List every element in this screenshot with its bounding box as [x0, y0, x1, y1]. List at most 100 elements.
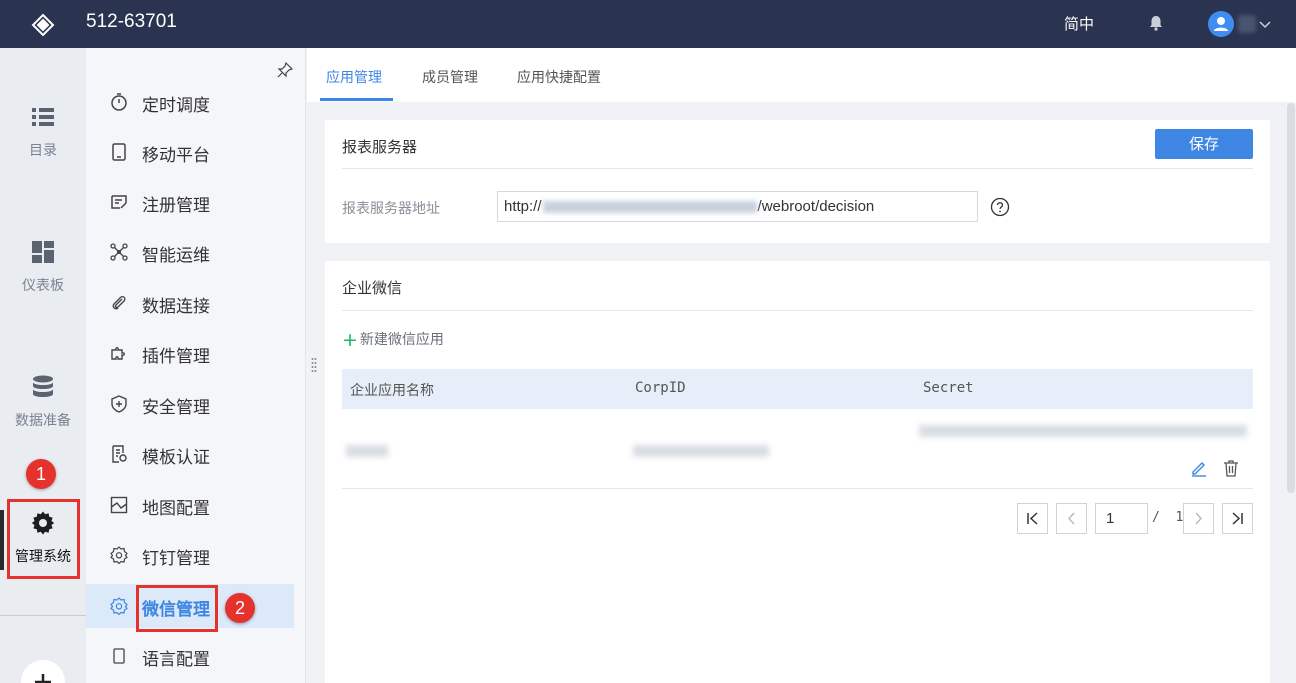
column-header-secret: Secret — [923, 380, 974, 396]
wechat-work-title: 企业微信 — [342, 279, 403, 297]
menu-item-ops[interactable]: 智能运维 — [86, 230, 294, 274]
table-header: 企业应用名称 CorpID Secret — [342, 369, 1253, 409]
page-total: / 1 — [1152, 510, 1183, 525]
prev-page-button[interactable] — [1056, 503, 1087, 534]
menu-label: 数据连接 — [142, 297, 210, 317]
tab-app-management[interactable]: 应用管理 — [326, 67, 382, 87]
menu-item-template-cert[interactable]: 模板认证 — [86, 432, 294, 476]
menu-label: 智能运维 — [142, 246, 210, 266]
pin-icon[interactable] — [277, 62, 293, 78]
column-header-app-name: 企业应用名称 — [350, 383, 434, 399]
report-server-panel: 报表服务器 保存 报表服务器地址 http:// /webroot/decisio… — [325, 120, 1270, 243]
tab-bar: 应用管理 成员管理 应用快捷配置 — [307, 48, 1296, 102]
next-page-button[interactable] — [1183, 503, 1214, 534]
menu-item-scheduling[interactable]: 定时调度 — [86, 80, 294, 124]
new-wechat-app-button[interactable]: + 新建微信应用 — [342, 329, 444, 351]
menu-item-data-connection[interactable]: 数据连接 — [86, 281, 294, 325]
rail-label-dashboard: 仪表板 — [22, 278, 64, 294]
page-separator: / — [1152, 510, 1160, 525]
divider — [342, 310, 1253, 311]
menu-item-plugins[interactable]: 插件管理 — [86, 331, 294, 375]
step-badge-1: 1 — [26, 459, 56, 489]
menu-item-map[interactable]: 地图配置 — [86, 483, 294, 527]
menu-item-register[interactable]: 注册管理 — [86, 180, 294, 224]
menu-item-dingtalk[interactable]: 钉钉管理 — [86, 533, 294, 577]
url-suffix: /webroot/decision — [757, 198, 875, 215]
content-scrollbar[interactable] — [1287, 103, 1295, 493]
server-address-input[interactable]: http:// /webroot/decision — [497, 191, 978, 222]
menu-label: 注册管理 — [142, 196, 210, 216]
menu-label: 定时调度 — [142, 96, 210, 116]
dashboard-icon — [32, 241, 54, 263]
report-server-title: 报表服务器 — [342, 138, 418, 156]
menu-label: 地图配置 — [142, 499, 210, 519]
save-button[interactable]: 保存 — [1155, 129, 1253, 159]
last-page-button[interactable] — [1222, 503, 1253, 534]
plus-icon: + — [342, 329, 358, 351]
divider — [342, 168, 1253, 169]
edit-icon[interactable] — [1190, 459, 1208, 477]
app-title: 512-63701 — [86, 11, 177, 32]
timer-icon — [111, 93, 127, 111]
highlight-box-1 — [7, 499, 80, 579]
rail-label-data-prep: 数据准备 — [15, 413, 71, 429]
language-switch[interactable]: 简中 — [1064, 13, 1094, 34]
username-blurred — [1238, 15, 1256, 33]
gear-outline-icon — [110, 546, 128, 564]
database-icon — [33, 375, 53, 397]
language-icon — [113, 648, 125, 664]
menu-item-security[interactable]: 安全管理 — [86, 382, 294, 426]
new-wechat-app-label: 新建微信应用 — [359, 332, 444, 348]
menu-label: 模板认证 — [142, 448, 210, 468]
trash-icon[interactable] — [1222, 459, 1240, 477]
rail-item-catalog[interactable]: 目录 — [0, 104, 86, 160]
menu-label: 语言配置 — [142, 650, 210, 670]
top-bar: 512-63701 简中 — [0, 0, 1296, 48]
menu-item-language[interactable]: 语言配置 — [86, 634, 294, 678]
url-prefix: http:// — [504, 198, 542, 215]
tab-member-management[interactable]: 成员管理 — [422, 67, 478, 87]
menu-label: 安全管理 — [142, 398, 210, 418]
mobile-icon — [112, 143, 126, 161]
secret-blurred — [919, 425, 1247, 437]
app-logo-icon[interactable] — [30, 12, 56, 38]
help-icon[interactable] — [990, 197, 1010, 217]
template-icon — [112, 445, 127, 463]
first-page-button[interactable] — [1017, 503, 1048, 534]
tab-app-shortcut-config[interactable]: 应用快捷配置 — [517, 67, 601, 87]
gear-outline-icon — [110, 597, 128, 615]
rail-divider — [0, 615, 86, 616]
rail-add-button[interactable] — [21, 660, 65, 683]
column-header-corpid: CorpID — [635, 380, 686, 396]
chevron-down-icon[interactable] — [1258, 17, 1272, 31]
last-page-icon — [1232, 512, 1243, 525]
url-host-blurred — [542, 201, 757, 214]
menu-label: 插件管理 — [142, 347, 210, 367]
highlight-box-2 — [136, 585, 218, 632]
resize-handle[interactable] — [311, 357, 317, 375]
app-name-blurred — [346, 445, 388, 457]
paperclip-icon — [112, 295, 126, 310]
chevron-right-icon — [1195, 512, 1203, 525]
corpid-blurred — [633, 445, 769, 457]
menu-label: 钉钉管理 — [142, 549, 210, 569]
wechat-work-panel: 企业微信 + 新建微信应用 企业应用名称 CorpID Secret 1 / 1 — [325, 261, 1270, 683]
menu-label: 移动平台 — [142, 146, 210, 166]
step-badge-2: 2 — [225, 593, 255, 623]
register-icon — [111, 195, 127, 209]
rail-item-data-prep[interactable]: 数据准备 — [0, 374, 86, 430]
left-rail: 目录 仪表板 数据准备 管理系统 — [0, 48, 86, 683]
menu-item-mobile[interactable]: 移动平台 — [86, 130, 294, 174]
table-row — [342, 409, 1253, 489]
avatar[interactable] — [1208, 11, 1234, 37]
user-icon — [1214, 17, 1228, 31]
rail-item-dashboard[interactable]: 仪表板 — [0, 239, 86, 295]
first-page-icon — [1027, 512, 1038, 525]
map-icon — [110, 496, 128, 514]
bell-icon[interactable] — [1147, 14, 1165, 32]
network-icon — [110, 243, 128, 261]
server-address-label: 报表服务器地址 — [342, 201, 440, 217]
active-tab-indicator — [320, 98, 393, 101]
chevron-left-icon — [1067, 512, 1075, 525]
page-number-input[interactable]: 1 — [1095, 503, 1148, 534]
